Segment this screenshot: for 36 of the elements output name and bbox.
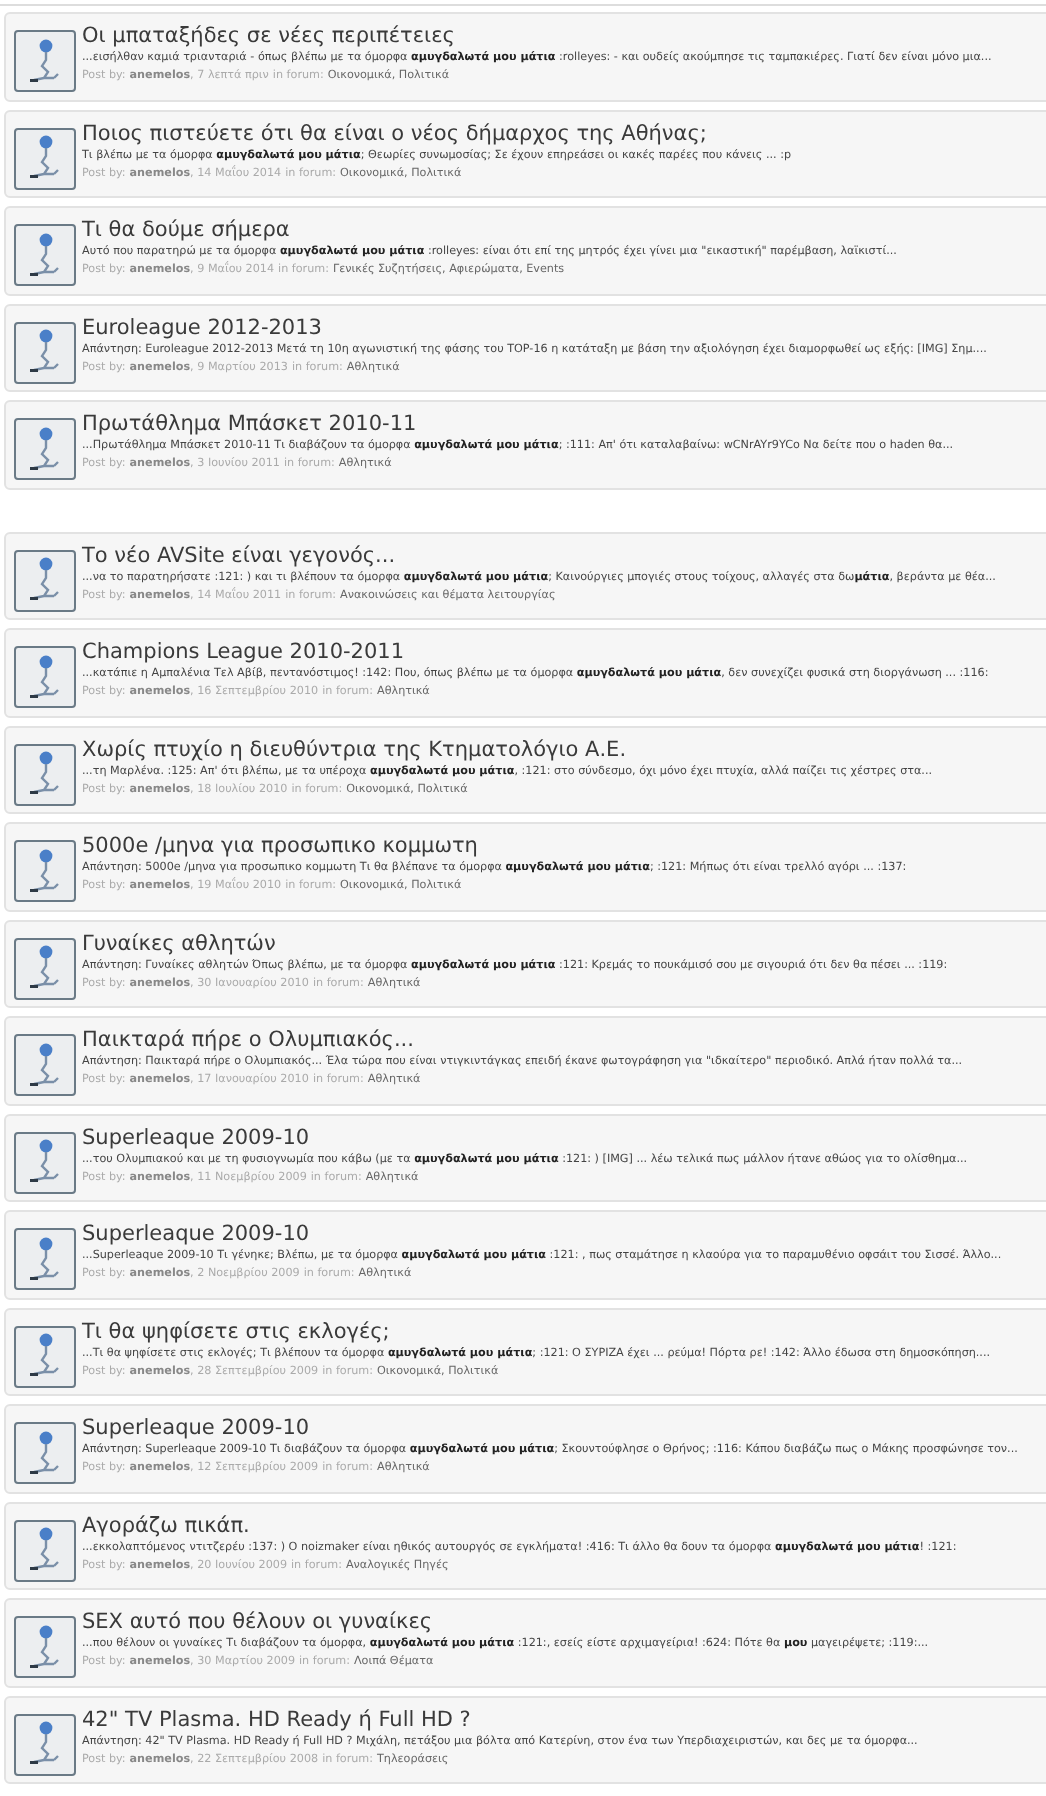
- topic-title-link[interactable]: Οι μπαταξήδες σε νέες περιπέτειες: [82, 24, 455, 50]
- topic-title-link[interactable]: SEX αυτό που θέλουν οι γυναίκες: [82, 1610, 433, 1636]
- topic-title-link[interactable]: Παικταρά πήρε ο Ολυμπιακός...: [82, 1028, 414, 1054]
- avatar[interactable]: [14, 840, 76, 902]
- avatar[interactable]: [14, 1325, 76, 1387]
- avatar[interactable]: [14, 743, 76, 805]
- topic-title-link[interactable]: 5000e /μηνα για προσωπικο κομμωτη: [82, 834, 478, 860]
- avatar[interactable]: [14, 1616, 76, 1678]
- avatar[interactable]: [14, 1131, 76, 1193]
- topic-title-link[interactable]: 42" TV Plasma. HD Ready ή Full HD ?: [82, 1707, 471, 1733]
- avatar[interactable]: [14, 321, 76, 383]
- topic-title-link[interactable]: Το νέο AVSite είναι γεγονός...: [82, 543, 396, 569]
- avatar[interactable]: [14, 549, 76, 611]
- topic-title-link[interactable]: Πρωτάθλημα Μπάσκετ 2010-11: [82, 412, 417, 438]
- topic-title-link[interactable]: Superleaque 2009-10: [82, 1416, 310, 1442]
- avatar[interactable]: [14, 1034, 76, 1096]
- avatar[interactable]: [14, 1228, 76, 1290]
- avatar[interactable]: [14, 1519, 76, 1581]
- avatar[interactable]: [14, 224, 76, 286]
- topic-title-link[interactable]: Champions League 2010-2011: [82, 640, 405, 666]
- topic-title-link[interactable]: Ποιος πιστεύετε ότι θα είναι ο νέος δήμαρχος της Αθήνας;: [82, 121, 707, 147]
- topic-title-link[interactable]: Γυναίκες αθλητών: [82, 931, 276, 957]
- topic-title-link[interactable]: Superleaque 2009-10: [82, 1125, 310, 1151]
- avatar[interactable]: [14, 937, 76, 999]
- topic-title-link[interactable]: Τι θα δούμε σήμερα: [82, 218, 290, 244]
- topic-title-link[interactable]: Superleaque 2009-10: [82, 1222, 310, 1248]
- topic-title-link[interactable]: Τι θα ψηφίσετε στις εκλογές;: [82, 1319, 390, 1345]
- avatar[interactable]: [14, 646, 76, 708]
- avatar[interactable]: [14, 418, 76, 480]
- avatar[interactable]: [14, 1422, 76, 1484]
- topic-title-link[interactable]: Αγοράζω πικάπ.: [82, 1513, 250, 1539]
- avatar[interactable]: [14, 127, 76, 189]
- avatar[interactable]: [14, 1713, 76, 1775]
- avatar[interactable]: [14, 30, 76, 92]
- topic-title-link[interactable]: Χωρίς πτυχίο η διευθύντρια της Κτηματολόγιο Α.Ε.: [82, 737, 627, 763]
- topic-title-link[interactable]: Euroleague 2012-2013: [82, 315, 322, 341]
